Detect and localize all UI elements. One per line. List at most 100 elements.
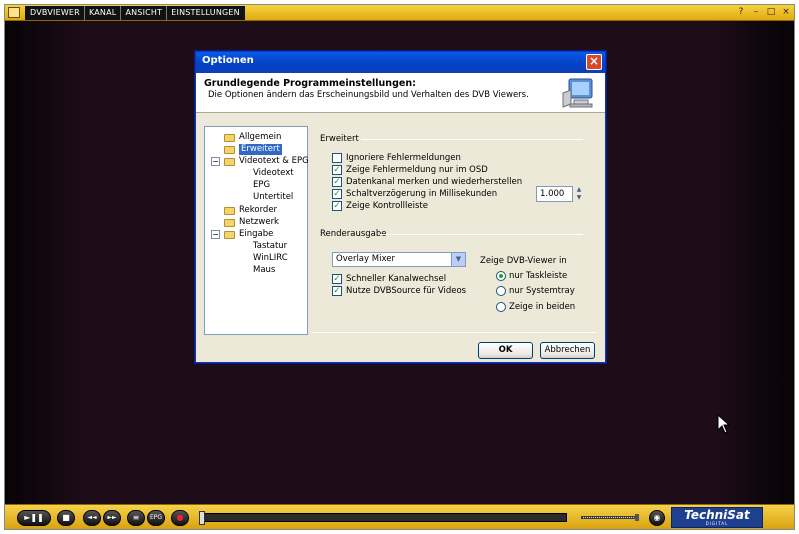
- tree-item-tastatur[interactable]: Tastatur: [253, 241, 287, 252]
- tree-item-eingabe[interactable]: Eingabe: [224, 229, 273, 240]
- dialog-title: Optionen: [202, 55, 254, 66]
- dialog-header: Grundlegende Programmeinstellungen: Die …: [196, 73, 605, 113]
- seek-bar[interactable]: [199, 511, 567, 525]
- checkbox-icon: [332, 153, 342, 163]
- group-divider: [361, 139, 583, 140]
- help-icon[interactable]: ?: [735, 6, 747, 19]
- mute-button[interactable]: ◉: [649, 510, 665, 526]
- spin-down-icon[interactable]: ▼: [574, 194, 584, 202]
- logo-text: TechniSat: [684, 508, 750, 522]
- radio-both[interactable]: Zeige in beiden: [496, 302, 575, 312]
- group-label-erweitert: Erweitert: [320, 134, 359, 144]
- volume-slider[interactable]: [581, 514, 641, 521]
- checkbox-label: Nutze DVBSource für Videos: [346, 286, 467, 296]
- show-in-label: Zeige DVB-Viewer in: [480, 256, 567, 266]
- checkbox-control-bar[interactable]: ✓ Zeige Kontrollleiste: [332, 201, 428, 211]
- folder-icon: [224, 218, 235, 227]
- checkbox-icon: ✓: [332, 165, 342, 175]
- radio-label: nur Taskleiste: [509, 271, 568, 281]
- dialog-titlebar[interactable]: Optionen ×: [196, 52, 605, 73]
- collapse-icon[interactable]: −: [211, 230, 220, 239]
- next-button[interactable]: ►►: [103, 510, 121, 526]
- tree-label: Eingabe: [239, 229, 274, 239]
- folder-icon: [224, 230, 235, 239]
- delay-stepper: ▲ ▼: [574, 186, 584, 202]
- logo-subtext: DIGITAL: [705, 521, 729, 526]
- checkbox-errors-osd[interactable]: ✓ Zeige Fehlermeldung nur im OSD: [332, 165, 488, 175]
- checkbox-fast-switch[interactable]: ✓ Schneller Kanalwechsel: [332, 274, 446, 284]
- top-menubar: DVBVIEWER KANAL ANSICHT EINSTELLUNGEN ? …: [5, 5, 794, 21]
- record-button[interactable]: ●: [171, 510, 189, 526]
- tree-item-untertitel[interactable]: Untertitel: [253, 192, 293, 203]
- app-icon[interactable]: [8, 7, 20, 18]
- play-pause-button[interactable]: ►❚❚: [17, 510, 51, 526]
- radio-label: nur Systemtray: [509, 286, 575, 296]
- dvbviewer-window: DVBVIEWER KANAL ANSICHT EINSTELLUNGEN ? …: [4, 4, 795, 530]
- tree-item-netzwerk[interactable]: Netzwerk: [224, 217, 279, 228]
- checkbox-dvbsource[interactable]: ✓ Nutze DVBSource für Videos: [332, 286, 466, 296]
- checkbox-label: Zeige Fehlermeldung nur im OSD: [346, 165, 488, 175]
- folder-icon: [224, 145, 235, 154]
- playlist-button[interactable]: ≡: [127, 510, 145, 526]
- dialog-close-icon[interactable]: ×: [586, 54, 602, 70]
- seek-handle[interactable]: [199, 511, 205, 525]
- tree-item-videotext-epg[interactable]: Videotext & EPG: [224, 156, 309, 167]
- checkbox-label: Ignoriere Fehlermeldungen: [346, 153, 461, 163]
- radio-systray[interactable]: nur Systemtray: [496, 286, 575, 296]
- menu-ansicht[interactable]: ANSICHT: [121, 6, 168, 20]
- group-divider: [380, 234, 583, 235]
- checkbox-ignore-errors[interactable]: Ignoriere Fehlermeldungen: [332, 153, 461, 163]
- radio-icon: [496, 302, 506, 312]
- footer-divider: [312, 332, 596, 333]
- close-icon[interactable]: ×: [780, 6, 792, 19]
- tree-item-videotext[interactable]: Videotext: [253, 168, 294, 179]
- ok-button[interactable]: OK: [478, 342, 533, 359]
- group-label-renderausgabe: Renderausgabe: [320, 229, 387, 239]
- menu-bar: DVBVIEWER KANAL ANSICHT EINSTELLUNGEN: [25, 6, 245, 20]
- tree-item-winlirc[interactable]: WinLIRC: [253, 253, 288, 264]
- technisat-logo: TechniSat DIGITAL: [671, 507, 763, 528]
- checkbox-switch-delay[interactable]: ✓ Schaltverzögerung in Millisekunden: [332, 189, 497, 199]
- options-dialog: Optionen × Grundlegende Programmeinstell…: [195, 51, 606, 363]
- collapse-icon[interactable]: −: [211, 157, 220, 166]
- checkbox-label: Zeige Kontrollleiste: [346, 201, 428, 211]
- tree-item-maus[interactable]: Maus: [253, 265, 275, 276]
- folder-icon: [224, 157, 235, 166]
- tree-item-erweitert[interactable]: Erweitert: [224, 144, 282, 155]
- menu-einstellungen[interactable]: EINSTELLUNGEN: [167, 6, 244, 20]
- tree-item-rekorder[interactable]: Rekorder: [224, 205, 277, 216]
- options-tree: Allgemein Erweitert − Videotext & EPG Vi…: [204, 126, 309, 335]
- menu-dvbviewer[interactable]: DVBVIEWER: [26, 6, 85, 20]
- header-title: Grundlegende Programmeinstellungen:: [204, 78, 416, 89]
- checkbox-label: Schaltverzögerung in Millisekunden: [346, 189, 498, 199]
- control-bar: ►❚❚ ■ ◄◄ ►► ≡ EPG ● ◉ TechniSat DIGITAL: [5, 504, 794, 529]
- menu-kanal[interactable]: KANAL: [85, 6, 122, 20]
- epg-button[interactable]: EPG: [147, 510, 165, 526]
- computer-icon: [562, 78, 593, 108]
- checkbox-icon: ✓: [332, 274, 342, 284]
- spin-up-icon[interactable]: ▲: [574, 186, 584, 194]
- renderer-select[interactable]: Overlay Mixer ▼: [332, 252, 466, 267]
- tree-label: Allgemein: [239, 132, 282, 142]
- checkbox-icon: ✓: [332, 189, 342, 199]
- maximize-icon[interactable]: □: [765, 6, 777, 19]
- radio-icon: [496, 286, 506, 296]
- delay-input[interactable]: 1.000: [536, 186, 573, 202]
- tree-label: Rekorder: [239, 205, 278, 215]
- minimize-icon[interactable]: –: [750, 6, 762, 19]
- checkbox-datachannel[interactable]: ✓ Datenkanal merken und wiederherstellen: [332, 177, 522, 187]
- tree-label: Erweitert: [239, 144, 282, 155]
- tree-item-epg[interactable]: EPG: [253, 180, 270, 191]
- previous-button[interactable]: ◄◄: [83, 510, 101, 526]
- tree-label: Netzwerk: [239, 217, 279, 227]
- tree-label: Videotext & EPG: [239, 156, 309, 166]
- video-area[interactable]: Optionen × Grundlegende Programmeinstell…: [5, 21, 794, 504]
- cancel-button[interactable]: Abbrechen: [540, 342, 595, 359]
- radio-taskbar[interactable]: nur Taskleiste: [496, 271, 567, 281]
- tree-item-allgemein[interactable]: Allgemein: [224, 132, 281, 143]
- stop-button[interactable]: ■: [57, 510, 75, 526]
- header-subtitle: Die Optionen ändern das Erscheinungsbild…: [208, 90, 529, 100]
- dropdown-arrow-icon[interactable]: ▼: [451, 253, 465, 266]
- radio-icon: [496, 271, 506, 281]
- checkbox-icon: ✓: [332, 177, 342, 187]
